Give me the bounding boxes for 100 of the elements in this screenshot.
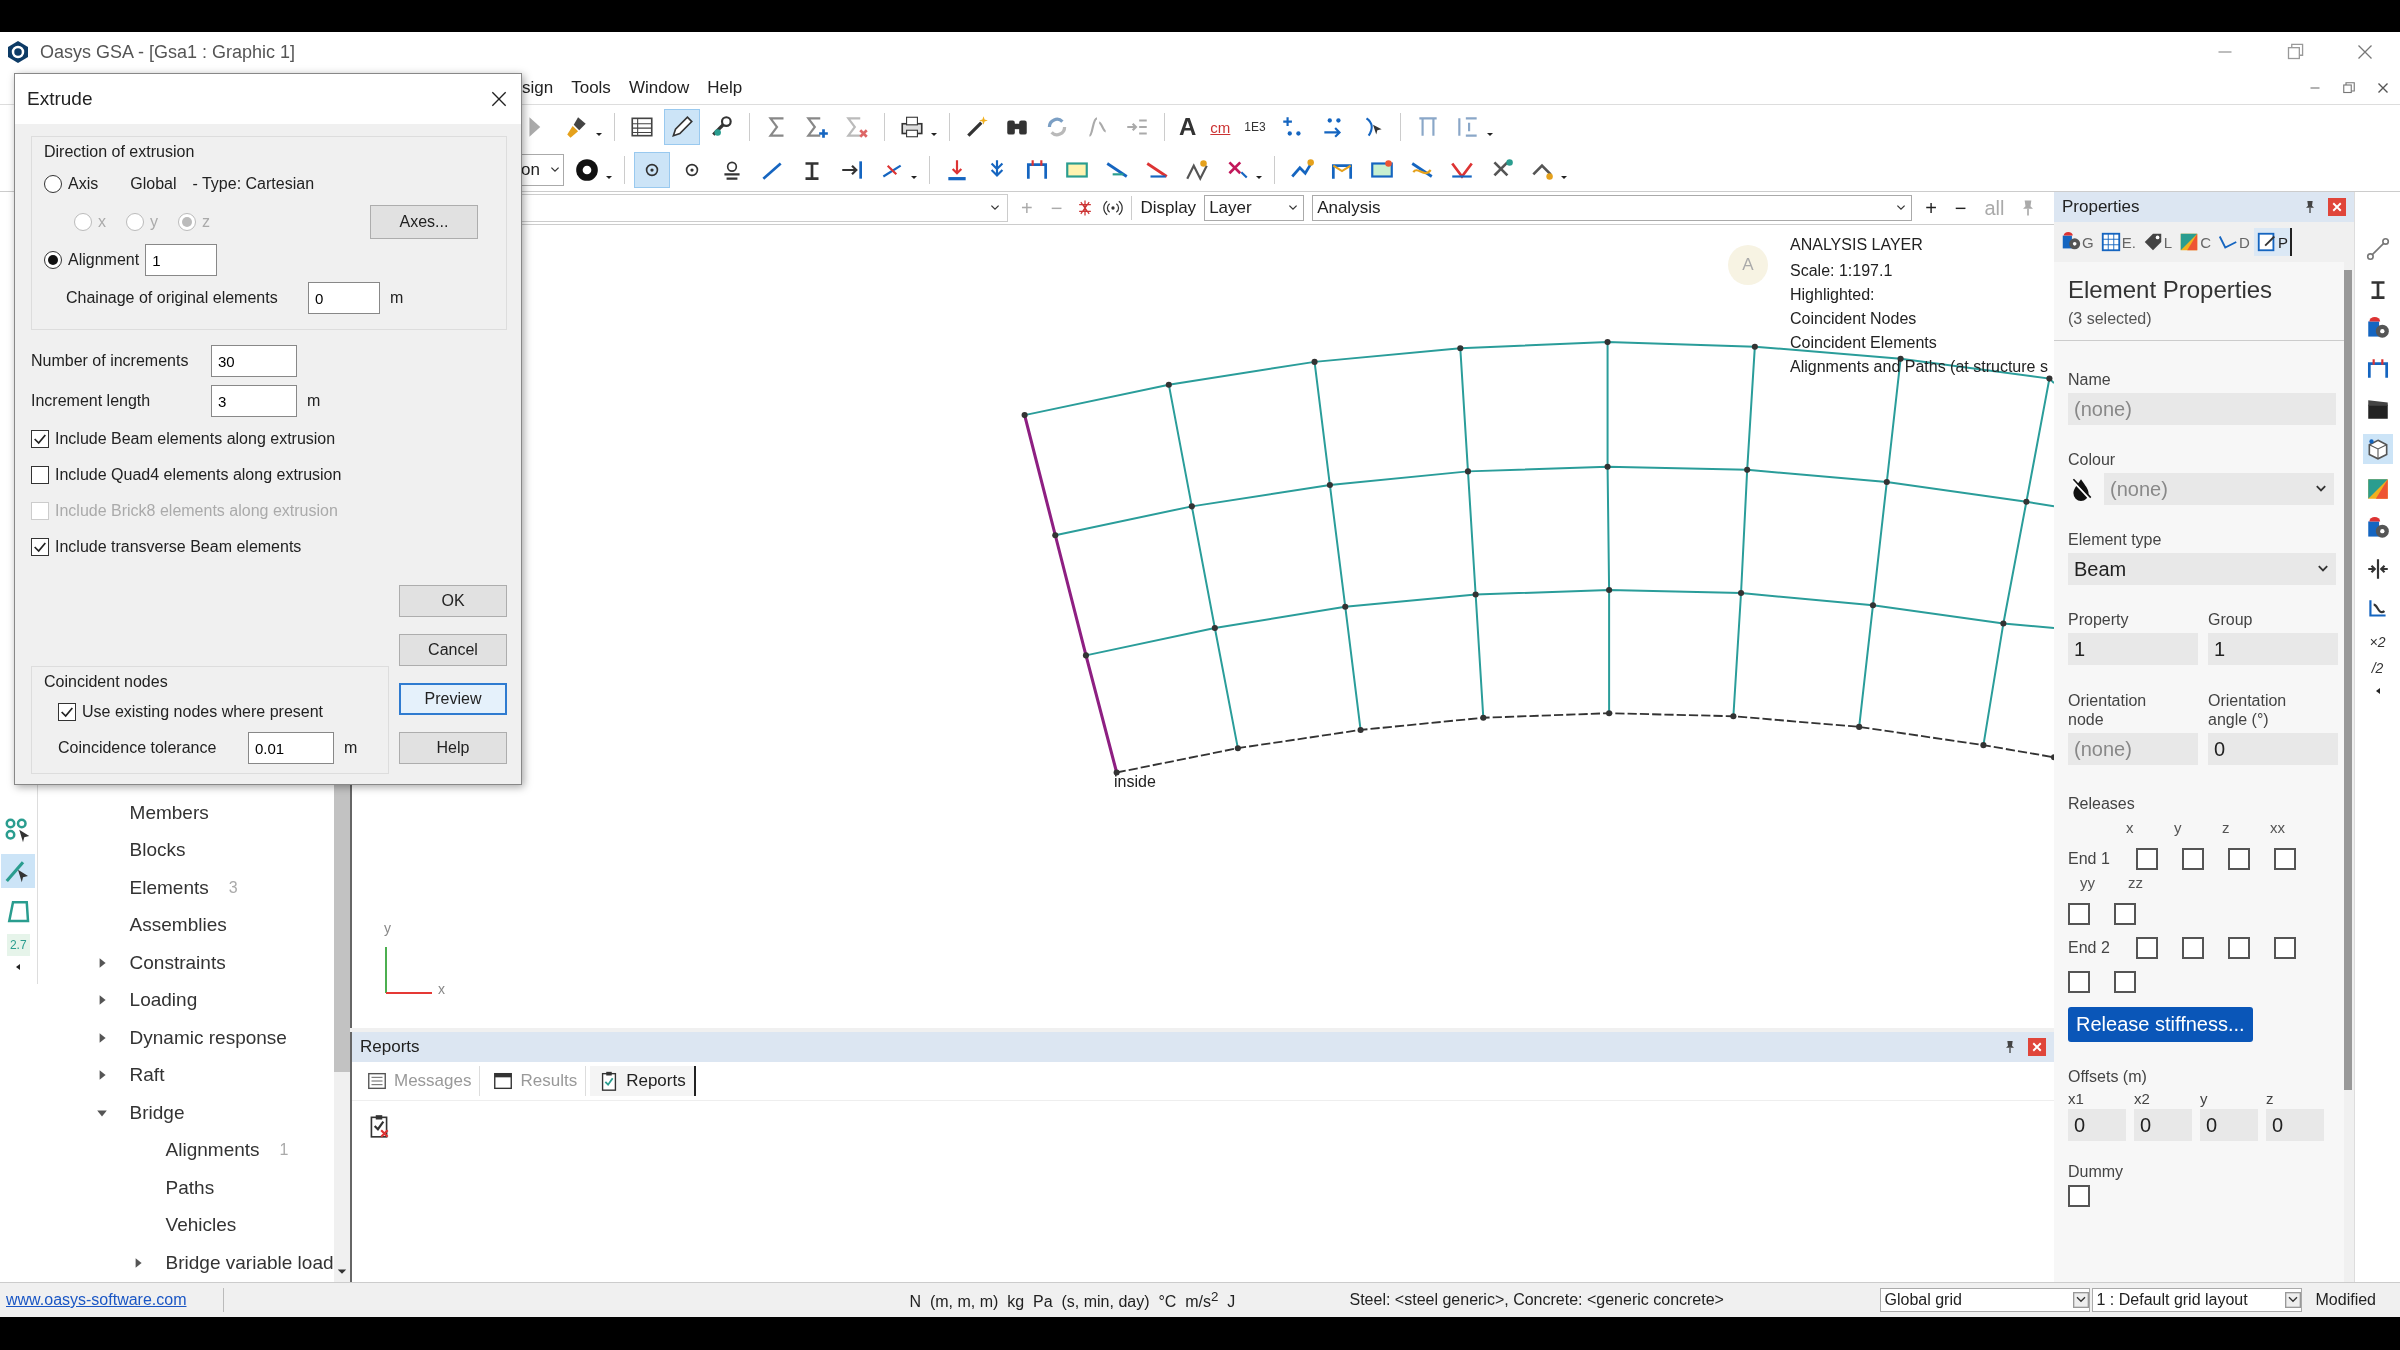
tree-item[interactable]: Constraints (129, 951, 226, 974)
axes-button[interactable]: Axes... (370, 205, 478, 239)
dialog-title: Extrude (27, 88, 93, 110)
properties-icon[interactable] (2255, 231, 2278, 253)
filter-select[interactable]: Analysis (1312, 195, 1913, 221)
offset-field[interactable]: 0 (2200, 1109, 2258, 1141)
cube-icon[interactable] (2362, 434, 2393, 464)
option-checkbox[interactable] (31, 466, 49, 484)
checkbox-label[interactable]: Include Beam elements along extrusion (55, 430, 336, 448)
menu-item[interactable]: Window (628, 78, 690, 98)
toolbar-button[interactable]: A (1175, 109, 1201, 145)
offset-field[interactable]: 0 (2266, 1109, 2324, 1141)
tree-item[interactable]: Alignments (165, 1139, 260, 1162)
toolbar-button[interactable]: cm (1206, 114, 1235, 140)
release-checkbox[interactable] (2136, 848, 2158, 870)
menu-item[interactable]: Tools (571, 78, 611, 98)
radio-label[interactable]: Axis (68, 175, 99, 193)
tree-item[interactable]: Vehicles (165, 1214, 237, 1237)
group-field[interactable]: 1 (2208, 633, 2338, 665)
tree-item[interactable]: Members (129, 801, 209, 824)
element-type-select[interactable]: Beam (2068, 553, 2336, 585)
release-checkbox[interactable] (2068, 971, 2090, 993)
increments-field[interactable]: 30 (211, 345, 297, 377)
toolstrip-button[interactable]: /2 (2371, 660, 2384, 676)
release-checkbox[interactable] (2182, 937, 2204, 959)
tree-item[interactable]: Assemblies (129, 914, 227, 937)
release-checkbox[interactable] (2114, 971, 2136, 993)
use-existing-checkbox[interactable] (58, 703, 76, 721)
tree-item[interactable]: Bridge variable load (165, 1251, 334, 1274)
close-icon[interactable] (489, 89, 509, 109)
grid-layout-select[interactable]: 1 : Default grid layout (2091, 1288, 2302, 1312)
release-checkbox[interactable] (2274, 937, 2296, 959)
dialog-button[interactable]: Help (399, 732, 507, 764)
menu-item[interactable]: sign (522, 78, 554, 98)
release-checkbox[interactable] (2136, 937, 2158, 959)
release-checkbox[interactable] (2274, 848, 2296, 870)
tree-item[interactable]: Elements (129, 876, 209, 899)
field-label: Property (2068, 611, 2130, 629)
panel-tab[interactable]: G (2058, 228, 2096, 256)
tree-item[interactable]: Paths (165, 1176, 215, 1199)
tree-item[interactable]: Bridge (129, 1101, 185, 1124)
checkbox-label[interactable]: Include Quad4 elements along extrusion (55, 466, 342, 484)
grid-icon[interactable] (2099, 231, 2122, 253)
chainage-field[interactable]: 0 (308, 282, 380, 314)
tolerance-field[interactable]: 0.01 (248, 732, 334, 764)
panel-tab[interactable]: Reports (590, 1066, 696, 1096)
display-label: Display (1140, 198, 1197, 218)
scrollbar-thumb[interactable] (333, 782, 350, 1072)
panel-tab[interactable]: D (2215, 228, 2252, 256)
panel-tab[interactable]: C (2176, 228, 2214, 256)
release-checkbox[interactable] (2114, 903, 2136, 925)
release-checkbox[interactable] (2228, 937, 2250, 959)
toolstrip-button[interactable]: ×2 (2369, 634, 2386, 650)
website-link[interactable]: www.oasys-software.com (6, 1291, 187, 1309)
dummy-checkbox[interactable] (2068, 1185, 2090, 1207)
option-checkbox[interactable] (31, 538, 49, 556)
menu-item[interactable]: Help (707, 78, 743, 98)
signal-icon[interactable] (1103, 198, 1124, 218)
toolbar-button[interactable]: 1E3 (1240, 116, 1270, 138)
panel-tab[interactable]: E. (2097, 228, 2138, 256)
display-mode-select[interactable]: Layer (1204, 195, 1305, 221)
window-icon[interactable] (492, 1070, 515, 1092)
release-stiffness-button[interactable]: Release stiffness... (2068, 1007, 2253, 1042)
release-checkbox[interactable] (2068, 903, 2090, 925)
dialog-button[interactable]: Preview (399, 683, 507, 715)
alignment-field[interactable]: 1 (145, 244, 218, 276)
release-checkbox[interactable] (2228, 848, 2250, 870)
name-field[interactable]: (none) (2068, 393, 2336, 425)
checkbox-label[interactable]: Include transverse Beam elements (55, 538, 302, 556)
tree-item[interactable]: Loading (129, 989, 198, 1012)
property-field[interactable]: 1 (2068, 633, 2198, 665)
scrollbar-thumb[interactable] (2344, 270, 2352, 1090)
increment-length-field[interactable]: 3 (211, 385, 297, 417)
release-checkbox[interactable] (2182, 848, 2204, 870)
tree-item[interactable]: Blocks (129, 839, 186, 862)
remove-button[interactable]: − (1949, 196, 1972, 220)
node-icon[interactable] (635, 153, 669, 187)
option-checkbox[interactable] (31, 430, 49, 448)
element-select-icon[interactable] (1, 854, 36, 888)
orientation-angle-field[interactable]: 0 (2208, 733, 2338, 765)
grid-select[interactable]: Global grid (1879, 1288, 2090, 1312)
node-label: inside (1114, 773, 1156, 791)
orientation-node-field[interactable]: (none) (2068, 733, 2198, 765)
alignment-radio[interactable] (44, 251, 62, 269)
dialog-button[interactable]: Cancel (399, 634, 507, 666)
mode-select[interactable]: on (520, 154, 564, 186)
add-button[interactable]: + (1920, 196, 1942, 220)
panel-tab[interactable]: P (2253, 228, 2292, 256)
tree-item[interactable]: Dynamic response (129, 1026, 287, 1049)
dialog-button[interactable]: OK (399, 585, 507, 617)
radio-label[interactable]: Alignment (68, 251, 140, 269)
panel-tab[interactable]: L (2139, 228, 2175, 256)
axis-radio[interactable] (44, 175, 62, 193)
list-icon[interactable] (366, 1070, 388, 1092)
checkbox-label[interactable]: Use existing nodes where present (82, 703, 324, 721)
tree-item[interactable]: Raft (129, 1064, 165, 1087)
axis-system-text: Global (130, 175, 177, 193)
offset-field[interactable]: 0 (2134, 1109, 2192, 1141)
offset-field[interactable]: 0 (2068, 1109, 2126, 1141)
pencil-icon[interactable] (665, 110, 699, 144)
